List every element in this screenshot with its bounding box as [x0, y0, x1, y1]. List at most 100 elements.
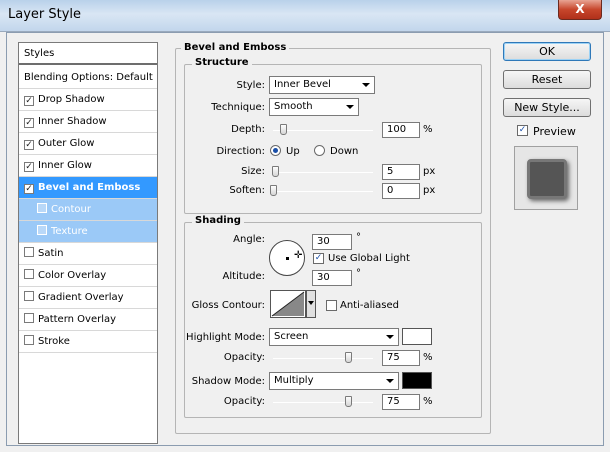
- style-item-checkbox[interactable]: ✓: [24, 162, 34, 172]
- style-value: Inner Bevel: [274, 79, 331, 90]
- anti-aliased-label: Anti-aliased: [340, 300, 400, 311]
- technique-label: Technique:: [211, 102, 265, 113]
- style-item-checkbox[interactable]: ✓: [24, 96, 34, 106]
- size-slider-track[interactable]: [273, 172, 373, 173]
- style-item-checkbox[interactable]: ✓: [24, 184, 34, 194]
- style-item-blending-options-default[interactable]: Blending Options: Default: [19, 67, 157, 89]
- size-unit: px: [423, 166, 436, 177]
- style-item-label: Gradient Overlay: [38, 292, 124, 303]
- style-item-label: Bevel and Emboss: [38, 182, 141, 193]
- new-style-button[interactable]: New Style...: [503, 98, 591, 117]
- direction-up-label: Up: [286, 146, 300, 157]
- direction-up-radio[interactable]: [270, 145, 281, 156]
- shadow-mode-select[interactable]: Multiply: [269, 372, 399, 390]
- style-item-outer-glow[interactable]: ✓ Outer Glow: [19, 133, 157, 155]
- preview-checkbox[interactable]: ✓: [517, 125, 528, 136]
- altitude-label: Altitude:: [222, 271, 265, 282]
- shadow-opacity-input[interactable]: 75: [382, 394, 420, 410]
- style-select[interactable]: Inner Bevel: [269, 76, 375, 94]
- reset-button[interactable]: Reset: [503, 70, 591, 89]
- style-item-texture[interactable]: Texture: [19, 221, 157, 243]
- styles-header-label: Styles: [24, 48, 55, 59]
- altitude-unit: °: [356, 268, 361, 279]
- style-item-checkbox[interactable]: [24, 269, 34, 279]
- shadow-color-swatch[interactable]: [402, 372, 432, 389]
- size-label: Size:: [241, 166, 265, 177]
- direction-down-radio[interactable]: [314, 145, 325, 156]
- style-item-drop-shadow[interactable]: ✓ Drop Shadow: [19, 89, 157, 111]
- style-item-label: Pattern Overlay: [38, 314, 117, 325]
- direction-label: Direction:: [216, 146, 265, 157]
- highlight-mode-select[interactable]: Screen: [269, 328, 399, 346]
- crosshair-icon: ✛: [294, 250, 303, 261]
- gloss-contour-label: Gloss Contour:: [191, 300, 265, 311]
- style-item-checkbox[interactable]: [37, 203, 47, 213]
- highlight-opacity-thumb[interactable]: [345, 352, 352, 363]
- depth-unit: %: [423, 124, 433, 135]
- altitude-input[interactable]: 30: [312, 270, 352, 286]
- style-item-label: Outer Glow: [38, 138, 95, 149]
- style-item-satin[interactable]: Satin: [19, 243, 157, 265]
- style-item-gradient-overlay[interactable]: Gradient Overlay: [19, 287, 157, 309]
- angle-dial[interactable]: ✛: [269, 240, 305, 276]
- ok-button[interactable]: OK: [503, 42, 591, 61]
- style-item-label: Contour: [51, 204, 91, 215]
- highlight-color-swatch[interactable]: [402, 328, 432, 345]
- depth-slider-track[interactable]: [273, 130, 373, 131]
- angle-unit: °: [356, 232, 361, 243]
- soften-label: Soften:: [229, 185, 265, 196]
- chevron-down-icon: [346, 105, 354, 109]
- style-item-inner-shadow[interactable]: ✓ Inner Shadow: [19, 111, 157, 133]
- style-item-label: Drop Shadow: [38, 94, 105, 105]
- close-button[interactable]: X: [558, 0, 602, 20]
- bevel-emboss-panel: Bevel and Emboss Structure Style: Inner …: [175, 42, 491, 434]
- gloss-contour-picker[interactable]: [270, 290, 306, 318]
- chevron-down-icon: [386, 379, 394, 383]
- anti-aliased-checkbox[interactable]: [326, 300, 337, 311]
- style-item-label: Texture: [51, 226, 88, 237]
- gloss-contour-dropdown[interactable]: [306, 290, 316, 318]
- depth-label: Depth:: [231, 124, 265, 135]
- chevron-down-icon: [386, 335, 394, 339]
- style-item-checkbox[interactable]: [24, 247, 34, 257]
- preview-label: Preview: [533, 125, 576, 138]
- shading-title: Shading: [192, 215, 244, 226]
- angle-input[interactable]: 30: [312, 234, 352, 250]
- shadow-opacity-label: Opacity:: [223, 396, 265, 407]
- depth-slider-thumb[interactable]: [280, 124, 287, 135]
- shadow-mode-value: Multiply: [274, 375, 314, 386]
- depth-input[interactable]: 100: [382, 122, 420, 138]
- shadow-opacity-thumb[interactable]: [345, 396, 352, 407]
- soften-input[interactable]: 0: [382, 183, 420, 199]
- size-input[interactable]: 5: [382, 164, 420, 180]
- style-item-checkbox[interactable]: [24, 291, 34, 301]
- size-slider-thumb[interactable]: [272, 166, 279, 177]
- global-light-checkbox[interactable]: ✓: [313, 253, 324, 264]
- soften-slider-track[interactable]: [273, 191, 373, 192]
- styles-list: Styles Blending Options: Default ✓ Drop Sh…: [18, 42, 158, 444]
- soften-unit: px: [423, 185, 436, 196]
- styles-header[interactable]: Styles: [19, 43, 157, 65]
- style-item-checkbox[interactable]: [37, 225, 47, 235]
- angle-label: Angle:: [233, 234, 265, 245]
- style-item-color-overlay[interactable]: Color Overlay: [19, 265, 157, 287]
- shadow-opacity-track[interactable]: [273, 402, 373, 403]
- soften-slider-thumb[interactable]: [270, 185, 277, 196]
- style-item-checkbox[interactable]: [24, 335, 34, 345]
- dial-center: [286, 257, 289, 260]
- style-item-checkbox[interactable]: ✓: [24, 118, 34, 128]
- style-item-label: Inner Shadow: [38, 116, 107, 127]
- highlight-opacity-input[interactable]: 75: [382, 350, 420, 366]
- style-item-pattern-overlay[interactable]: Pattern Overlay: [19, 309, 157, 331]
- style-item-checkbox[interactable]: ✓: [24, 140, 34, 150]
- style-item-inner-glow[interactable]: ✓ Inner Glow: [19, 155, 157, 177]
- style-item-contour[interactable]: Contour: [19, 199, 157, 221]
- style-item-label: Blending Options: Default: [24, 72, 153, 83]
- style-item-bevel-and-emboss[interactable]: ✓ Bevel and Emboss: [19, 177, 157, 199]
- style-label: Style:: [236, 80, 266, 91]
- highlight-opacity-track[interactable]: [273, 358, 373, 359]
- style-item-stroke[interactable]: Stroke: [19, 331, 157, 353]
- technique-select[interactable]: Smooth: [269, 98, 359, 116]
- technique-value: Smooth: [274, 101, 313, 112]
- style-item-checkbox[interactable]: [24, 313, 34, 323]
